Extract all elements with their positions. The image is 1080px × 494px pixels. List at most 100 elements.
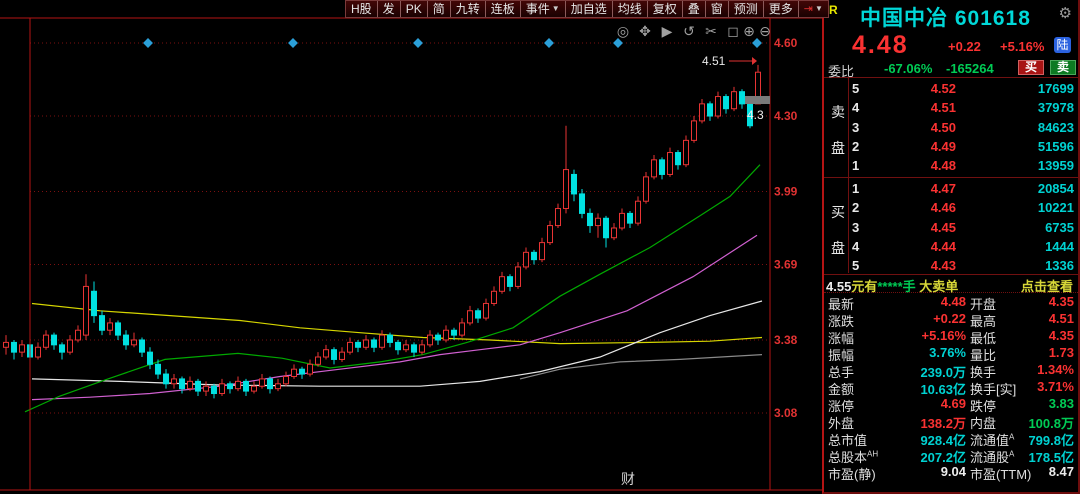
candle-body bbox=[348, 342, 353, 352]
stats-row: 外盘138.2万内盘100.8万 bbox=[824, 412, 1078, 429]
play-icon[interactable]: ▶ bbox=[662, 23, 673, 39]
toolbar-item-连板[interactable]: 连板 bbox=[486, 1, 521, 17]
weibi-pct: -67.06% bbox=[884, 61, 932, 76]
y-axis-label: 3.99 bbox=[774, 184, 798, 198]
toolbar-item-九转[interactable]: 九转 bbox=[451, 1, 486, 17]
r-flag: R bbox=[829, 3, 838, 17]
ask-row-5[interactable]: 54.5217699 bbox=[850, 79, 1078, 98]
level-price: 4.47 bbox=[890, 181, 956, 196]
candle-body bbox=[580, 194, 585, 213]
candle-body bbox=[628, 213, 633, 223]
price-tag-label: 4.3 bbox=[747, 108, 764, 122]
toolbar-collapse[interactable]: ⇥▼ bbox=[799, 1, 828, 17]
level-number: 3 bbox=[852, 120, 859, 135]
candle-body bbox=[436, 335, 441, 340]
collapse-arrow-icon[interactable]: ⇥ bbox=[804, 1, 813, 17]
level-price: 4.49 bbox=[890, 139, 956, 154]
hand-icon[interactable]: ✥ bbox=[639, 23, 651, 39]
toolbar-item-简[interactable]: 简 bbox=[428, 1, 451, 17]
undo-icon[interactable]: ↺ bbox=[683, 23, 695, 39]
candle-body bbox=[588, 213, 593, 225]
candle-body bbox=[708, 104, 713, 116]
candle-body bbox=[428, 335, 433, 345]
candle-body bbox=[508, 277, 513, 287]
annotation-arrowhead bbox=[752, 57, 757, 65]
bid-row-2[interactable]: 24.4610221 bbox=[850, 198, 1078, 217]
bid-row-1[interactable]: 14.4720854 bbox=[850, 179, 1078, 198]
book-divider bbox=[848, 78, 849, 273]
event-diamond-marker[interactable] bbox=[143, 38, 153, 48]
toolbar-item-加自选[interactable]: 加自选 bbox=[566, 1, 613, 17]
event-diamond-marker[interactable] bbox=[544, 38, 554, 48]
toolbar-item-事件[interactable]: 事件▼ bbox=[521, 1, 566, 17]
price-change: +0.22 bbox=[948, 39, 981, 54]
level-number: 2 bbox=[852, 139, 859, 154]
event-diamond-marker[interactable] bbox=[613, 38, 623, 48]
buy-button[interactable]: 买 bbox=[1018, 60, 1044, 75]
tip-price: 4.55 bbox=[826, 279, 851, 294]
bid-row-4[interactable]: 44.441444 bbox=[850, 237, 1078, 256]
stat-value: +5.16% bbox=[876, 328, 966, 343]
level-number: 5 bbox=[852, 258, 859, 273]
lock-icon[interactable]: ◻ bbox=[727, 23, 739, 39]
candle-body bbox=[364, 340, 369, 347]
toolbar-item-窗[interactable]: 窗 bbox=[706, 1, 729, 17]
event-diamond-marker[interactable] bbox=[413, 38, 423, 48]
toolbar-item-预测[interactable]: 预测 bbox=[729, 1, 764, 17]
zoom-out-icon[interactable]: ⊖ bbox=[759, 23, 771, 39]
bid-row-3[interactable]: 34.456735 bbox=[850, 218, 1078, 237]
candle-body bbox=[596, 218, 601, 225]
candle-body bbox=[20, 345, 25, 352]
level-price: 4.46 bbox=[890, 200, 956, 215]
sell-button[interactable]: 卖 bbox=[1050, 60, 1076, 75]
ask-row-2[interactable]: 24.4951596 bbox=[850, 137, 1078, 156]
event-diamond-marker[interactable] bbox=[288, 38, 298, 48]
level-volume: 20854 bbox=[984, 181, 1074, 196]
toolbar-item-label: 复权 bbox=[653, 1, 677, 17]
stats-row: 总手239.0万换手1.34% bbox=[824, 361, 1078, 378]
toolbar-item-叠[interactable]: 叠 bbox=[683, 1, 706, 17]
stats-row: 市盈(静)9.04市盈(TTM)8.47 bbox=[824, 463, 1078, 480]
ask-row-4[interactable]: 44.5137978 bbox=[850, 98, 1078, 117]
bid-row-5[interactable]: 54.431336 bbox=[850, 256, 1078, 275]
toolbar-item-label: 窗 bbox=[711, 1, 723, 17]
ask-row-1[interactable]: 14.4813959 bbox=[850, 156, 1078, 175]
event-diamond-marker[interactable] bbox=[752, 38, 762, 48]
scissors-icon[interactable]: ✂ bbox=[705, 23, 717, 39]
level-volume: 10221 bbox=[984, 200, 1074, 215]
buy-side-label: 盘 bbox=[831, 238, 845, 258]
candle-body bbox=[548, 226, 553, 243]
toolbar-item-label: 预测 bbox=[734, 1, 758, 17]
stat-value: 1.34% bbox=[1002, 362, 1074, 377]
toolbar-item-发[interactable]: 发 bbox=[378, 1, 401, 17]
candle-body bbox=[412, 345, 417, 352]
chevron-down-icon[interactable]: ▼ bbox=[815, 1, 823, 17]
toolbar-item-均线[interactable]: 均线 bbox=[613, 1, 648, 17]
ma-gray bbox=[520, 355, 762, 379]
gear-icon[interactable]: ⚙ bbox=[1059, 4, 1072, 22]
level-price: 4.51 bbox=[890, 100, 956, 115]
eye-icon[interactable]: ◎ bbox=[617, 23, 629, 39]
toolbar-item-label: 叠 bbox=[688, 1, 700, 17]
candle-body bbox=[556, 209, 561, 226]
stat-value: 4.35 bbox=[1002, 294, 1074, 309]
ask-row-3[interactable]: 34.5084623 bbox=[850, 118, 1078, 137]
candle-body bbox=[124, 335, 129, 345]
candle-body bbox=[732, 92, 737, 109]
big-order-tip: 4.55元有*****手 大卖单 点击查看 bbox=[824, 274, 1078, 293]
candle-body bbox=[284, 376, 289, 383]
candle-body bbox=[316, 357, 321, 364]
toolbar-item-复权[interactable]: 复权 bbox=[648, 1, 683, 17]
candle-body bbox=[492, 291, 497, 303]
candle-body bbox=[724, 97, 729, 109]
candle-body bbox=[652, 160, 657, 177]
level-price: 4.48 bbox=[890, 158, 956, 173]
y-axis-label: 3.38 bbox=[774, 333, 798, 347]
toolbar-item-H股[interactable]: H股 bbox=[346, 1, 378, 17]
toolbar-item-PK[interactable]: PK bbox=[401, 1, 428, 17]
toolbar-item-更多[interactable]: 更多 bbox=[764, 1, 799, 17]
candle-body bbox=[572, 174, 577, 193]
zoom-in-icon[interactable]: ⊕ bbox=[743, 23, 755, 39]
candle-body bbox=[100, 316, 105, 331]
candle-body bbox=[68, 340, 73, 352]
